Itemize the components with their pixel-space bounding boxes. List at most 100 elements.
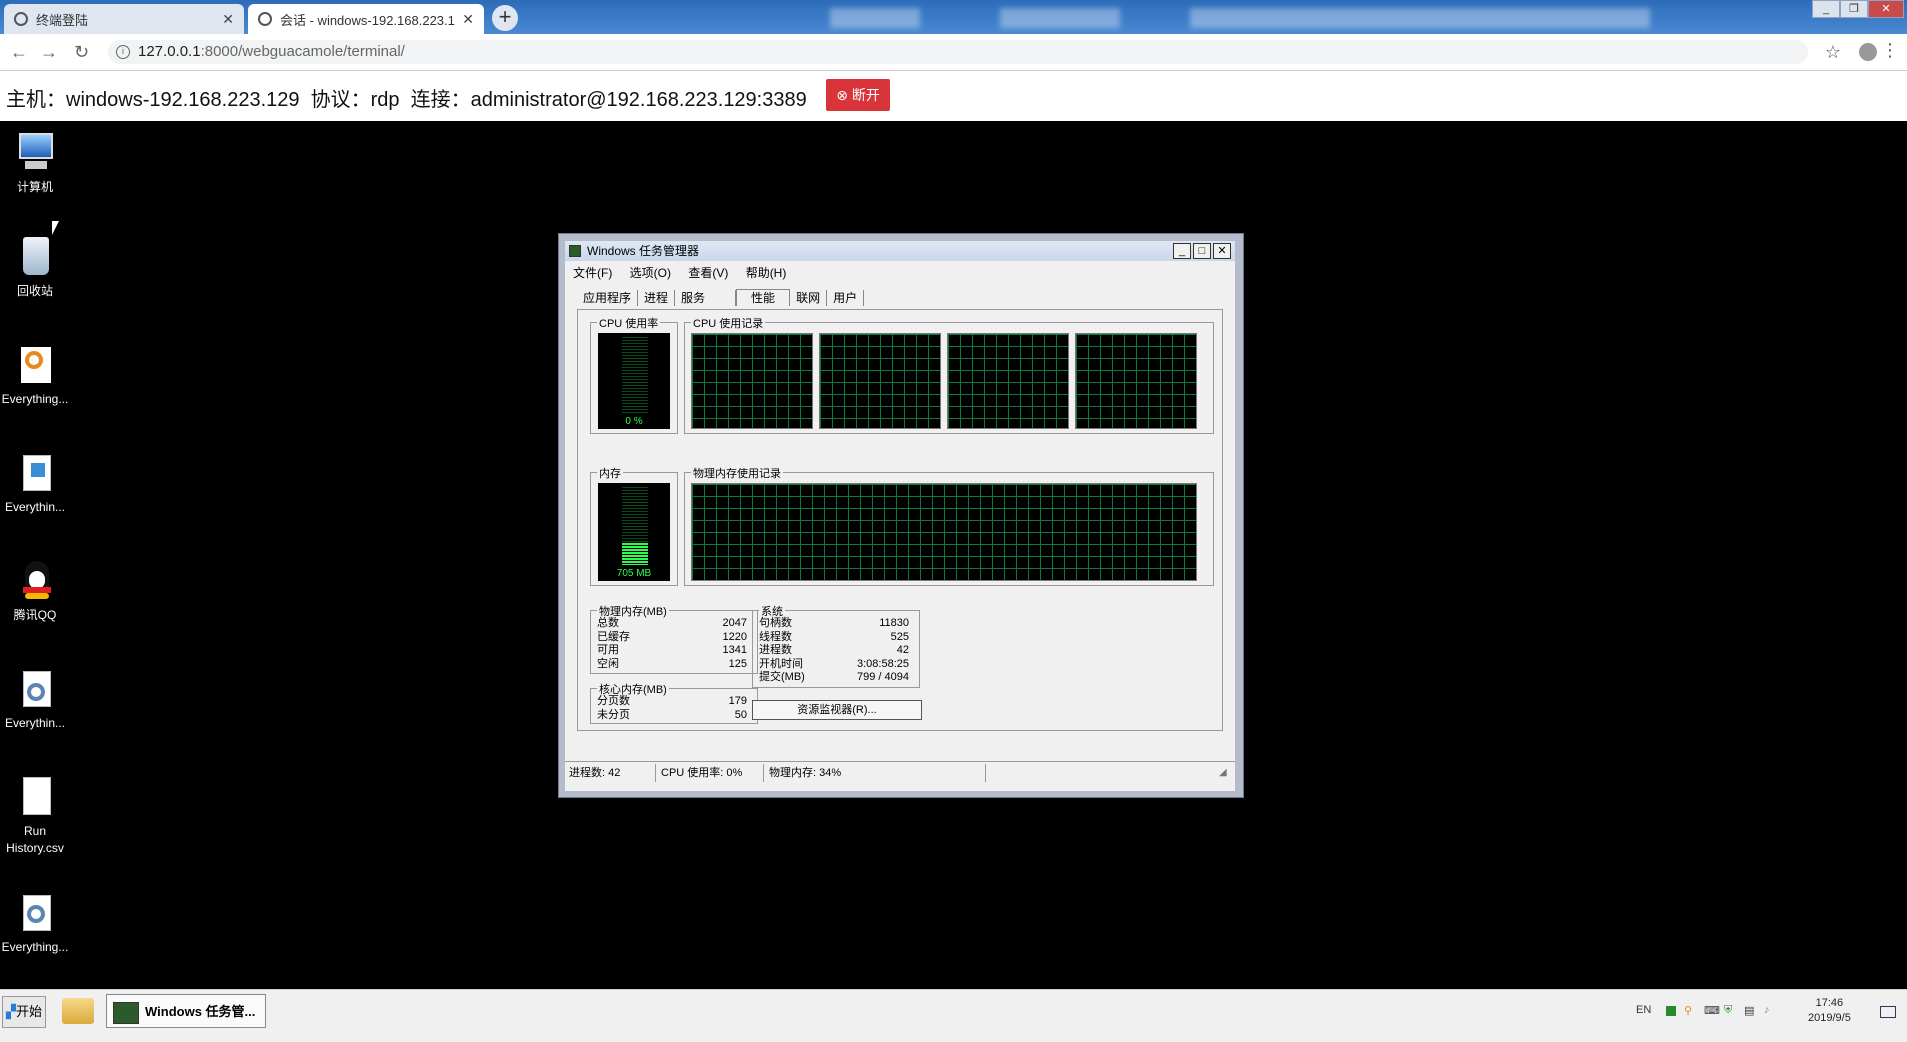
tray-security-icon[interactable]: ⛨ xyxy=(1724,1004,1732,1017)
stat-value: 2047 xyxy=(722,617,747,629)
clock-date: 2019/9/5 xyxy=(1808,1012,1851,1024)
task-manager-window[interactable]: Windows 任务管理器 _ □ ✕ 文件(F) 选项(O) 查看(V) 帮助… xyxy=(558,233,1244,798)
forward-arrow-icon[interactable]: → xyxy=(40,42,58,63)
tab-services[interactable]: 服务 xyxy=(675,290,737,306)
reload-icon[interactable]: ↻ xyxy=(74,42,89,63)
tab-title: 会话 - windows-192.168.223.1... xyxy=(280,12,457,28)
mouse-cursor-icon xyxy=(52,221,59,235)
menu-options[interactable]: 选项(O) xyxy=(630,266,671,280)
gear-document-icon xyxy=(15,891,55,935)
desktop-icon-recycle-bin[interactable]: 回收站 xyxy=(0,235,70,300)
cpu-history-graph-core-1 xyxy=(819,333,941,429)
stat-value: 125 xyxy=(728,657,747,670)
show-desktop-icon[interactable] xyxy=(1880,1006,1896,1018)
status-divider xyxy=(763,764,764,782)
stat-value: 799 / 4094 xyxy=(857,671,909,683)
disconnect-label: 断开 xyxy=(851,87,880,103)
tray-everything-icon[interactable]: ⚲ xyxy=(1684,1004,1692,1017)
stat-value: 42 xyxy=(896,644,909,656)
cpu-usage-label: CPU 使用率 xyxy=(597,315,661,331)
minimize-window-icon[interactable]: _ xyxy=(1812,0,1840,18)
start-label: 开始 xyxy=(15,1004,42,1019)
tray-app-icon[interactable] xyxy=(1666,1006,1676,1016)
tray-keyboard-icon[interactable]: ⌨ xyxy=(1704,1004,1720,1017)
window-title: Windows 任务管理器 xyxy=(587,244,700,258)
cpu-usage-group: CPU 使用率 0 % xyxy=(590,315,678,434)
close-tab-icon[interactable]: ✕ xyxy=(222,11,234,28)
stat-label: 分页数 xyxy=(597,695,630,707)
tray-volume-icon[interactable]: ♪ xyxy=(1764,1004,1770,1016)
close-icon[interactable]: ✕ xyxy=(1213,243,1231,259)
stat-value: 1341 xyxy=(722,644,747,656)
tray-network-icon[interactable]: ▤ xyxy=(1744,1004,1754,1017)
cpu-history-graph-core-0 xyxy=(691,333,813,429)
tab-applications[interactable]: 应用程序 xyxy=(577,290,639,306)
cpu-history-label: CPU 使用记录 xyxy=(691,315,766,331)
taskbar-item-task-manager[interactable]: Windows 任务管... xyxy=(106,994,266,1028)
menu-help[interactable]: 帮助(H) xyxy=(746,266,787,280)
cpu-usage-meter: 0 % xyxy=(598,333,670,429)
tab-strip: 应用程序 进程 服务 性能 联网 用户 xyxy=(577,289,865,307)
minimize-icon[interactable]: _ xyxy=(1173,243,1191,259)
cpu-history-group: CPU 使用记录 xyxy=(684,315,1214,434)
info-icon[interactable]: i xyxy=(116,45,130,59)
browser-tab-login[interactable]: 终端登陆 ✕ xyxy=(4,4,244,34)
language-indicator[interactable]: EN xyxy=(1636,1004,1651,1016)
url-field[interactable]: i 127.0.0.1:8000/webguacamole/terminal/ xyxy=(108,40,1808,64)
computer-icon xyxy=(15,131,55,175)
physical-memory-group: 物理内存(MB) 总数 2047 已缓存 1220 可用 1341 空闲 125 xyxy=(590,603,758,674)
start-button[interactable]: ▞开始 xyxy=(2,996,46,1028)
task-manager-titlebar[interactable]: Windows 任务管理器 _ □ ✕ xyxy=(565,241,1235,261)
desktop-icon-label: 计算机 xyxy=(16,180,53,194)
tab-networking[interactable]: 联网 xyxy=(790,290,828,306)
menu-view[interactable]: 查看(V) xyxy=(688,266,728,280)
menu-kebab-icon[interactable]: ⋮ xyxy=(1881,40,1899,61)
stat-label: 总数 xyxy=(597,617,619,629)
tab-performance[interactable]: 性能 xyxy=(736,289,791,306)
menu-bar: 文件(F) 选项(O) 查看(V) 帮助(H) xyxy=(573,264,800,281)
taskbar-clock[interactable]: 17:46 2019/9/5 xyxy=(1808,996,1851,1026)
status-divider xyxy=(655,764,656,782)
disconnect-button[interactable]: ⊗ 断开 xyxy=(826,79,890,111)
magnifier-icon xyxy=(15,343,55,387)
globe-icon xyxy=(258,12,272,26)
desktop-icon-everything-4[interactable]: Everything... xyxy=(0,891,70,956)
memory-value: 705 MB xyxy=(616,568,652,579)
restore-window-icon[interactable]: ❐ xyxy=(1840,0,1868,18)
desktop-icon-everything-3[interactable]: Everythin... xyxy=(0,667,70,732)
browser-tab-session[interactable]: 会话 - windows-192.168.223.1... ✕ xyxy=(248,4,484,34)
close-tab-icon[interactable]: ✕ xyxy=(462,11,474,28)
desktop-icon-qq[interactable]: 腾讯QQ xyxy=(0,559,70,624)
desktop-icon-run-history[interactable]: Run History.csv xyxy=(0,775,70,857)
cpu-history-graph-core-2 xyxy=(947,333,1069,429)
windows-logo-icon: ▞ xyxy=(5,1004,16,1019)
close-window-icon[interactable]: ✕ xyxy=(1868,0,1904,18)
kernel-memory-table: 分页数 179 未分页 50 xyxy=(597,695,747,722)
tab-users[interactable]: 用户 xyxy=(827,290,865,306)
stat-label: 线程数 xyxy=(759,630,792,643)
explorer-folder-icon[interactable] xyxy=(62,998,94,1024)
profile-avatar-icon[interactable] xyxy=(1859,43,1877,61)
desktop-icon-everything-2[interactable]: Everythin... xyxy=(0,451,70,516)
desktop-icon-computer[interactable]: 计算机 xyxy=(0,131,70,196)
menu-file[interactable]: 文件(F) xyxy=(573,266,612,280)
stat-value: 50 xyxy=(734,708,747,721)
resize-grip-icon[interactable]: ◢ xyxy=(1219,762,1227,784)
bookmark-star-icon[interactable]: ☆ xyxy=(1825,42,1841,63)
desktop-icon-label: 回收站 xyxy=(16,284,53,298)
kernel-memory-group: 核心内存(MB) 分页数 179 未分页 50 xyxy=(590,681,758,724)
maximize-icon[interactable]: □ xyxy=(1193,243,1211,259)
tab-processes[interactable]: 进程 xyxy=(638,290,676,306)
url-path: :8000/webguacamole/terminal/ xyxy=(200,43,405,60)
new-tab-button[interactable]: + xyxy=(492,5,518,31)
file-icon xyxy=(15,775,55,819)
stat-value: 11830 xyxy=(879,617,909,629)
desktop-icon-everything-1[interactable]: Everything... xyxy=(0,343,70,408)
stat-label: 未分页 xyxy=(597,708,630,721)
stat-label: 已缓存 xyxy=(597,630,630,643)
connection-info: 主机：windows-192.168.223.129 协议：rdp 连接：adm… xyxy=(6,89,807,111)
desktop-icon-label: Everythin... xyxy=(4,716,66,730)
remote-desktop[interactable]: 计算机 回收站 Everything... Everythin... 腾讯QQ xyxy=(0,121,1907,989)
resource-monitor-button[interactable]: 资源监视器(R)... xyxy=(752,700,922,720)
back-arrow-icon[interactable]: ← xyxy=(10,42,28,63)
